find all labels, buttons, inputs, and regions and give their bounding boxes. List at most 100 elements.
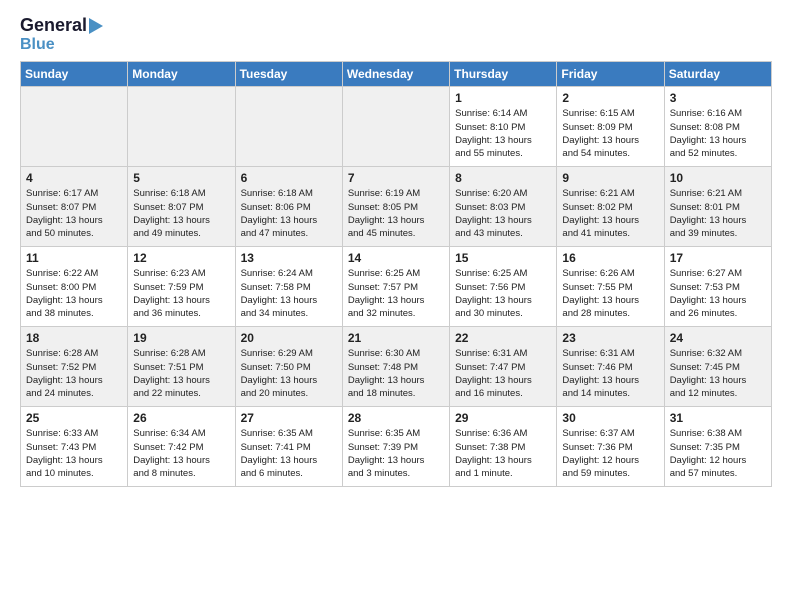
weekday-header-monday: Monday <box>128 62 235 87</box>
calendar-cell <box>342 87 449 167</box>
day-number: 15 <box>455 251 551 265</box>
calendar-cell: 25 Sunrise: 6:33 AM Sunset: 7:43 PM Dayli… <box>21 407 128 487</box>
day-number: 13 <box>241 251 337 265</box>
calendar-week-4: 18 Sunrise: 6:28 AM Sunset: 7:52 PM Dayli… <box>21 327 772 407</box>
weekday-header-tuesday: Tuesday <box>235 62 342 87</box>
weekday-header-wednesday: Wednesday <box>342 62 449 87</box>
cell-content: Sunrise: 6:19 AM Sunset: 8:05 PM Dayligh… <box>348 187 444 240</box>
calendar-cell: 5 Sunrise: 6:18 AM Sunset: 8:07 PM Daylig… <box>128 167 235 247</box>
calendar-cell: 13 Sunrise: 6:24 AM Sunset: 7:58 PM Dayli… <box>235 247 342 327</box>
day-number: 9 <box>562 171 658 185</box>
day-number: 21 <box>348 331 444 345</box>
logo: General Blue <box>20 16 103 53</box>
calendar-cell: 29Sunrise: 6:36 AM Sunset: 7:38 PM Dayli… <box>450 407 557 487</box>
calendar-cell: 2Sunrise: 6:15 AM Sunset: 8:09 PM Daylig… <box>557 87 664 167</box>
weekday-header-friday: Friday <box>557 62 664 87</box>
calendar-cell: 18 Sunrise: 6:28 AM Sunset: 7:52 PM Dayli… <box>21 327 128 407</box>
day-number: 2 <box>562 91 658 105</box>
weekday-header-thursday: Thursday <box>450 62 557 87</box>
day-number: 24 <box>670 331 766 345</box>
calendar-cell: 10 Sunrise: 6:21 AM Sunset: 8:01 PM Dayli… <box>664 167 771 247</box>
day-number: 12 <box>133 251 229 265</box>
day-number: 4 <box>26 171 122 185</box>
day-number: 25 <box>26 411 122 425</box>
logo-text-blue: Blue <box>20 36 55 54</box>
day-number: 27 <box>241 411 337 425</box>
calendar-cell: 15 Sunrise: 6:25 AM Sunset: 7:56 PM Dayli… <box>450 247 557 327</box>
calendar-week-5: 25 Sunrise: 6:33 AM Sunset: 7:43 PM Dayli… <box>21 407 772 487</box>
cell-content: Sunrise: 6:17 AM Sunset: 8:07 PM Dayligh… <box>26 187 122 240</box>
logo-text-general: General <box>20 16 87 36</box>
cell-content: Sunrise: 6:28 AM Sunset: 7:51 PM Dayligh… <box>133 347 229 400</box>
cell-content: Sunrise: 6:20 AM Sunset: 8:03 PM Dayligh… <box>455 187 551 240</box>
calendar-cell <box>128 87 235 167</box>
day-number: 3 <box>670 91 766 105</box>
cell-content: Sunrise: 6:28 AM Sunset: 7:52 PM Dayligh… <box>26 347 122 400</box>
day-number: 16 <box>562 251 658 265</box>
cell-content: Sunrise: 6:23 AM Sunset: 7:59 PM Dayligh… <box>133 267 229 320</box>
calendar-cell: 8 Sunrise: 6:20 AM Sunset: 8:03 PM Daylig… <box>450 167 557 247</box>
cell-content: Sunrise: 6:24 AM Sunset: 7:58 PM Dayligh… <box>241 267 337 320</box>
calendar-cell: 23Sunrise: 6:31 AM Sunset: 7:46 PM Dayli… <box>557 327 664 407</box>
day-number: 14 <box>348 251 444 265</box>
calendar-cell: 1 Sunrise: 6:14 AM Sunset: 8:10 PM Daylig… <box>450 87 557 167</box>
calendar-table: SundayMondayTuesdayWednesdayThursdayFrid… <box>20 61 772 487</box>
day-number: 1 <box>455 91 551 105</box>
calendar-cell: 6 Sunrise: 6:18 AM Sunset: 8:06 PM Daylig… <box>235 167 342 247</box>
calendar-cell: 21 Sunrise: 6:30 AM Sunset: 7:48 PM Dayli… <box>342 327 449 407</box>
weekday-header-saturday: Saturday <box>664 62 771 87</box>
calendar-cell: 27Sunrise: 6:35 AM Sunset: 7:41 PM Dayli… <box>235 407 342 487</box>
cell-content: Sunrise: 6:26 AM Sunset: 7:55 PM Dayligh… <box>562 267 658 320</box>
day-number: 20 <box>241 331 337 345</box>
cell-content: Sunrise: 6:22 AM Sunset: 8:00 PM Dayligh… <box>26 267 122 320</box>
cell-content: Sunrise: 6:35 AM Sunset: 7:39 PM Dayligh… <box>348 427 444 480</box>
calendar-cell: 11 Sunrise: 6:22 AM Sunset: 8:00 PM Dayli… <box>21 247 128 327</box>
calendar-cell: 24Sunrise: 6:32 AM Sunset: 7:45 PM Dayli… <box>664 327 771 407</box>
cell-content: Sunrise: 6:25 AM Sunset: 7:57 PM Dayligh… <box>348 267 444 320</box>
calendar-cell: 26Sunrise: 6:34 AM Sunset: 7:42 PM Dayli… <box>128 407 235 487</box>
cell-content: Sunrise: 6:18 AM Sunset: 8:06 PM Dayligh… <box>241 187 337 240</box>
cell-content: Sunrise: 6:25 AM Sunset: 7:56 PM Dayligh… <box>455 267 551 320</box>
cell-content: Sunrise: 6:21 AM Sunset: 8:01 PM Dayligh… <box>670 187 766 240</box>
day-number: 7 <box>348 171 444 185</box>
calendar-cell: 19Sunrise: 6:28 AM Sunset: 7:51 PM Dayli… <box>128 327 235 407</box>
cell-content: Sunrise: 6:31 AM Sunset: 7:46 PM Dayligh… <box>562 347 658 400</box>
page-header: General Blue <box>20 16 772 53</box>
calendar-cell <box>235 87 342 167</box>
calendar-cell: 30 Sunrise: 6:37 AM Sunset: 7:36 PM Dayli… <box>557 407 664 487</box>
cell-content: Sunrise: 6:31 AM Sunset: 7:47 PM Dayligh… <box>455 347 551 400</box>
cell-content: Sunrise: 6:30 AM Sunset: 7:48 PM Dayligh… <box>348 347 444 400</box>
cell-content: Sunrise: 6:33 AM Sunset: 7:43 PM Dayligh… <box>26 427 122 480</box>
weekday-header-sunday: Sunday <box>21 62 128 87</box>
calendar-week-2: 4 Sunrise: 6:17 AM Sunset: 8:07 PM Daylig… <box>21 167 772 247</box>
day-number: 30 <box>562 411 658 425</box>
calendar-cell: 12 Sunrise: 6:23 AM Sunset: 7:59 PM Dayli… <box>128 247 235 327</box>
calendar-week-3: 11 Sunrise: 6:22 AM Sunset: 8:00 PM Dayli… <box>21 247 772 327</box>
calendar-cell: 7 Sunrise: 6:19 AM Sunset: 8:05 PM Daylig… <box>342 167 449 247</box>
cell-content: Sunrise: 6:18 AM Sunset: 8:07 PM Dayligh… <box>133 187 229 240</box>
cell-content: Sunrise: 6:14 AM Sunset: 8:10 PM Dayligh… <box>455 107 551 160</box>
calendar-cell: 20Sunrise: 6:29 AM Sunset: 7:50 PM Dayli… <box>235 327 342 407</box>
calendar-cell: 28 Sunrise: 6:35 AM Sunset: 7:39 PM Dayli… <box>342 407 449 487</box>
day-number: 8 <box>455 171 551 185</box>
cell-content: Sunrise: 6:16 AM Sunset: 8:08 PM Dayligh… <box>670 107 766 160</box>
day-number: 5 <box>133 171 229 185</box>
day-number: 10 <box>670 171 766 185</box>
day-number: 11 <box>26 251 122 265</box>
day-number: 31 <box>670 411 766 425</box>
calendar-cell: 22Sunrise: 6:31 AM Sunset: 7:47 PM Dayli… <box>450 327 557 407</box>
cell-content: Sunrise: 6:38 AM Sunset: 7:35 PM Dayligh… <box>670 427 766 480</box>
calendar-cell: 16 Sunrise: 6:26 AM Sunset: 7:55 PM Dayli… <box>557 247 664 327</box>
calendar-cell: 31 Sunrise: 6:38 AM Sunset: 7:35 PM Dayli… <box>664 407 771 487</box>
day-number: 28 <box>348 411 444 425</box>
calendar-cell: 14 Sunrise: 6:25 AM Sunset: 7:57 PM Dayli… <box>342 247 449 327</box>
day-number: 29 <box>455 411 551 425</box>
calendar-cell: 3 Sunrise: 6:16 AM Sunset: 8:08 PM Daylig… <box>664 87 771 167</box>
cell-content: Sunrise: 6:27 AM Sunset: 7:53 PM Dayligh… <box>670 267 766 320</box>
cell-content: Sunrise: 6:37 AM Sunset: 7:36 PM Dayligh… <box>562 427 658 480</box>
weekday-header-row: SundayMondayTuesdayWednesdayThursdayFrid… <box>21 62 772 87</box>
day-number: 18 <box>26 331 122 345</box>
day-number: 6 <box>241 171 337 185</box>
day-number: 17 <box>670 251 766 265</box>
calendar-week-1: 1 Sunrise: 6:14 AM Sunset: 8:10 PM Daylig… <box>21 87 772 167</box>
